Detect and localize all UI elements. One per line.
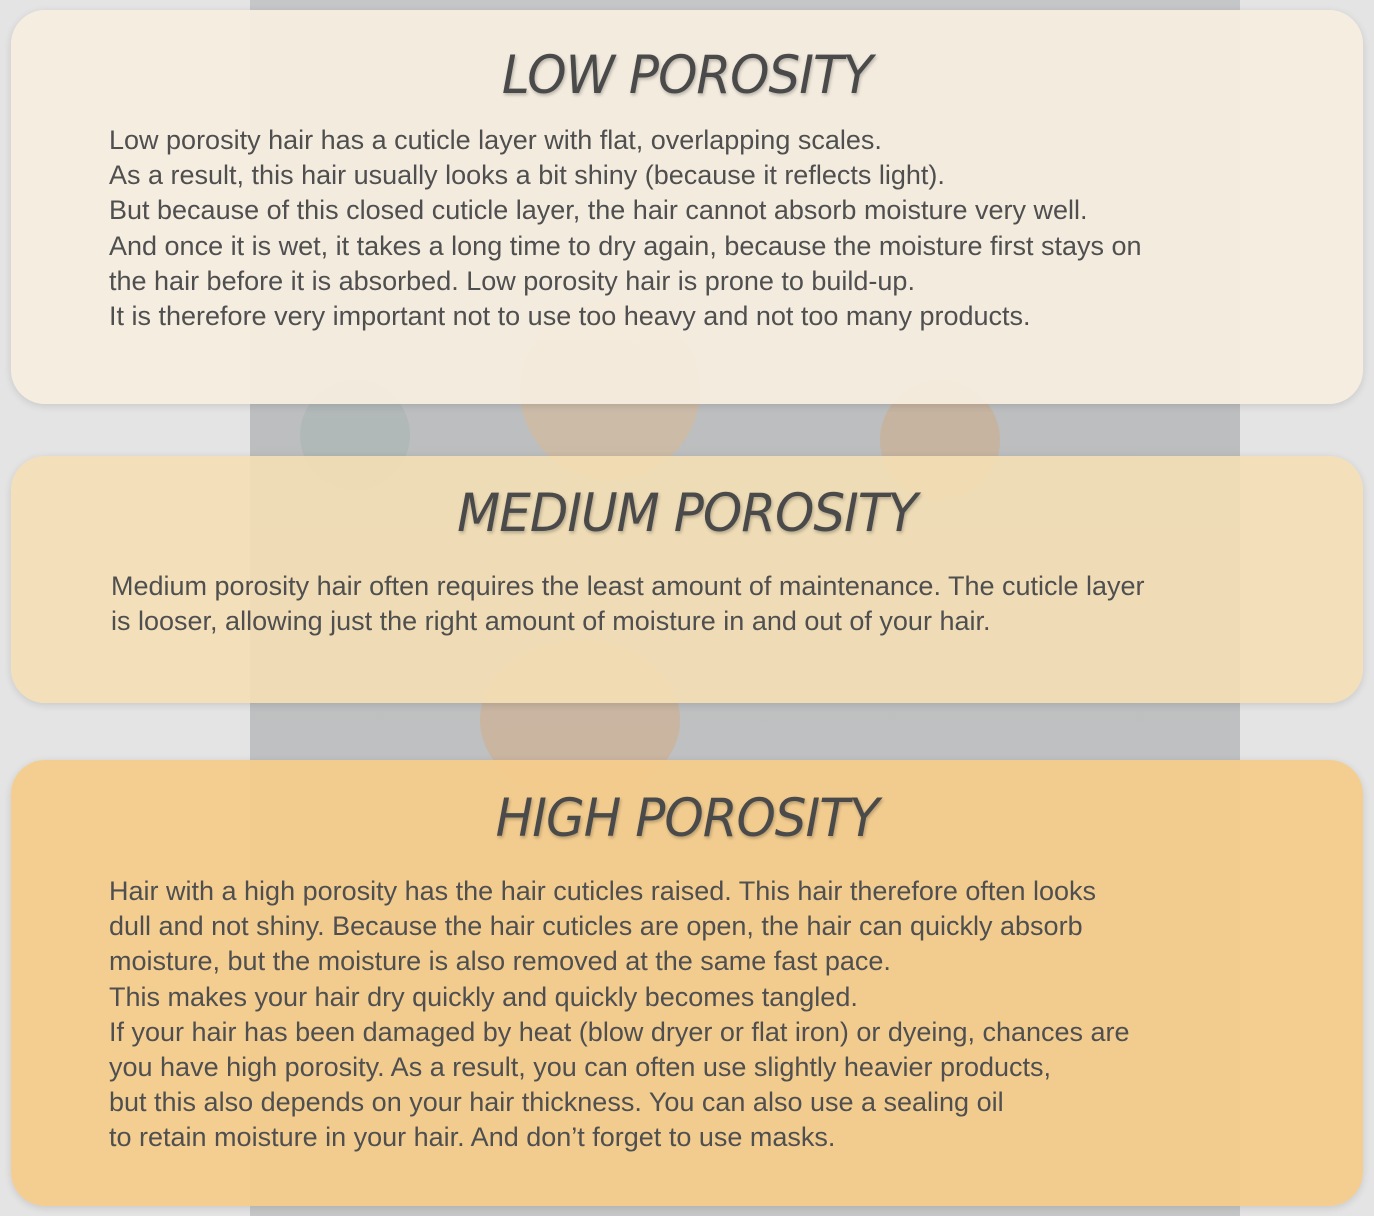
medium-porosity-text: Medium porosity hair often requires the … xyxy=(111,571,1145,637)
high-porosity-text: Hair with a high porosity has the hair c… xyxy=(109,876,1130,1153)
high-porosity-title: HIGH POROSITY xyxy=(495,787,880,849)
medium-porosity-title: MEDIUM POROSITY xyxy=(457,482,918,544)
low-porosity-title: LOW POROSITY xyxy=(501,44,873,106)
high-porosity-card: HIGH POROSITY Hair with a high porosity … xyxy=(11,760,1363,1206)
low-porosity-text: Low porosity hair has a cuticle layer wi… xyxy=(109,125,1142,332)
low-porosity-card: LOW POROSITY Low porosity hair has a cut… xyxy=(11,10,1363,404)
medium-porosity-card: MEDIUM POROSITY Medium porosity hair oft… xyxy=(11,456,1363,703)
